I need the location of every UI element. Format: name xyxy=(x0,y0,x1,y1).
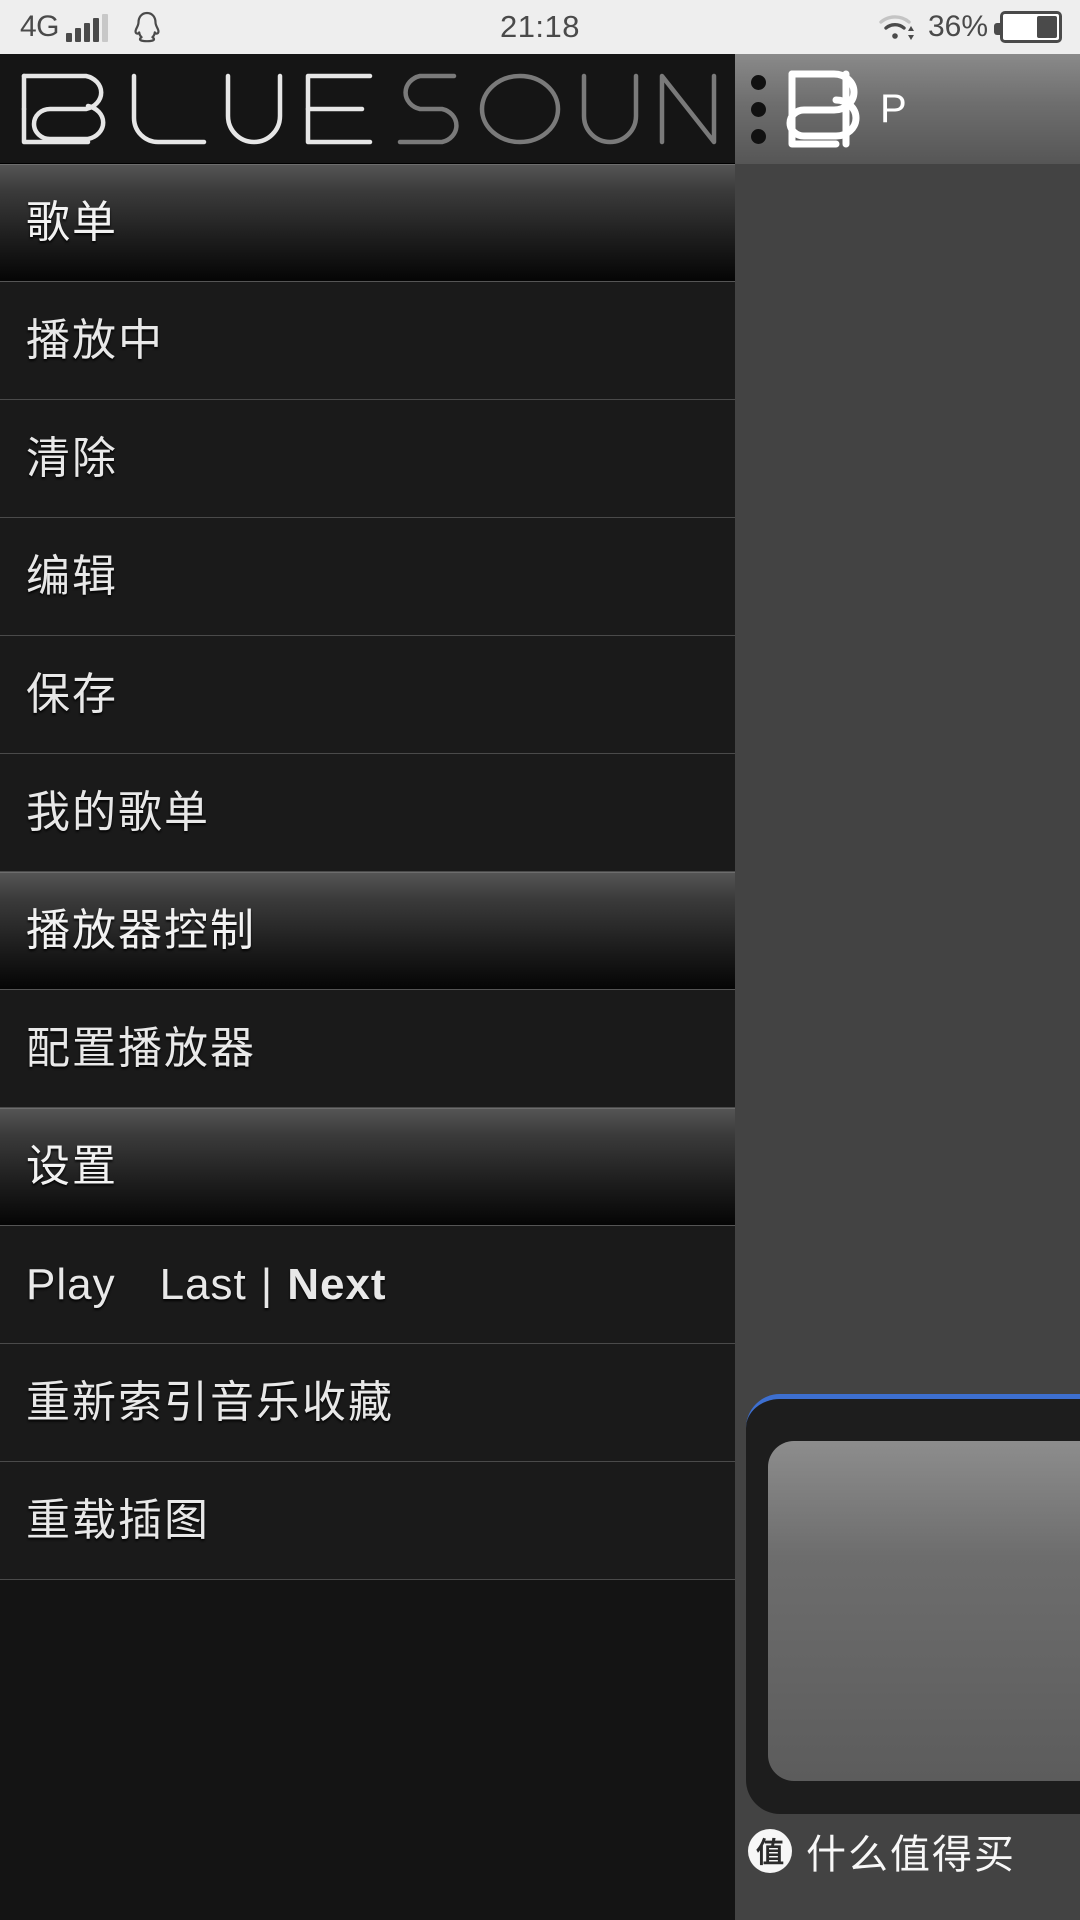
menu-item-edit[interactable]: 编辑 xyxy=(0,518,735,636)
last-button[interactable]: Last xyxy=(160,1260,247,1310)
menu-item-label: 保存 xyxy=(26,669,118,719)
menu-item-configure-player[interactable]: 配置播放器 xyxy=(0,990,735,1108)
transport-separator: | xyxy=(260,1259,274,1309)
transport-controls: Play Last | Next xyxy=(26,1260,387,1310)
menu-item-save[interactable]: 保存 xyxy=(0,636,735,754)
network-indicator: 4G xyxy=(20,10,109,43)
menu-item-label: 配置播放器 xyxy=(26,1023,256,1073)
menu-item-label: 清除 xyxy=(26,433,118,483)
menu-item-now-playing[interactable]: 播放中 xyxy=(0,282,735,400)
bluesound-logo xyxy=(0,54,735,164)
menu-section-header-songlist[interactable]: 歌单 xyxy=(0,164,735,282)
menu-section-header-settings[interactable]: 设置 xyxy=(0,1108,735,1226)
play-button[interactable]: Play xyxy=(26,1260,116,1310)
menu-item-label: 设置 xyxy=(26,1142,118,1191)
signal-bars-icon xyxy=(66,14,109,42)
watermark-badge-icon: 值 xyxy=(748,1829,792,1873)
watermark-text: 什么值得买 xyxy=(806,1833,1016,1877)
qq-penguin-icon xyxy=(130,10,164,44)
menu-item-label: 播放器控制 xyxy=(26,906,256,955)
bluesound-b-logo-icon xyxy=(784,68,862,150)
three-dots-icon[interactable] xyxy=(751,74,766,144)
menu-item-label: 重载插图 xyxy=(26,1495,210,1545)
menu-item-my-playlists[interactable]: 我的歌单 xyxy=(0,754,735,872)
navigation-drawer: 歌单 播放中 清除 编辑 保存 我的歌单 播放器控制 配置播放器 设置 Play… xyxy=(0,54,735,1920)
menu-item-label: 播放中 xyxy=(26,315,164,365)
background-card xyxy=(746,1394,1080,1814)
status-bar: 4G 21:18 36% xyxy=(0,0,1080,54)
menu-item-label: 编辑 xyxy=(26,551,118,601)
status-bar-right: 36% xyxy=(878,10,1062,44)
background-topbar: P xyxy=(735,54,1080,164)
watermark: 值 什么值得买 xyxy=(748,1822,1016,1880)
menu-item-reload-artwork[interactable]: 重载插图 xyxy=(0,1462,735,1580)
battery-icon xyxy=(994,11,1062,43)
status-bar-left: 4G xyxy=(20,10,164,44)
background-title: P xyxy=(880,86,908,131)
menu-item-reindex-music-library[interactable]: 重新索引音乐收藏 xyxy=(0,1344,735,1462)
menu-item-label: 重新索引音乐收藏 xyxy=(26,1377,394,1427)
drawer-menu-list: 歌单 播放中 清除 编辑 保存 我的歌单 播放器控制 配置播放器 设置 Play… xyxy=(0,164,735,1580)
menu-item-label: 我的歌单 xyxy=(26,787,210,837)
wifi-icon xyxy=(878,12,916,42)
network-type-label: 4G xyxy=(20,10,60,43)
background-card-inner xyxy=(768,1441,1080,1781)
menu-item-transport-controls[interactable]: Play Last | Next xyxy=(0,1226,735,1344)
battery-percent-label: 36% xyxy=(927,10,988,43)
menu-section-header-player-control[interactable]: 播放器控制 xyxy=(0,872,735,990)
next-button[interactable]: Next xyxy=(287,1260,386,1310)
menu-item-clear[interactable]: 清除 xyxy=(0,400,735,518)
menu-item-label: 歌单 xyxy=(26,198,118,247)
